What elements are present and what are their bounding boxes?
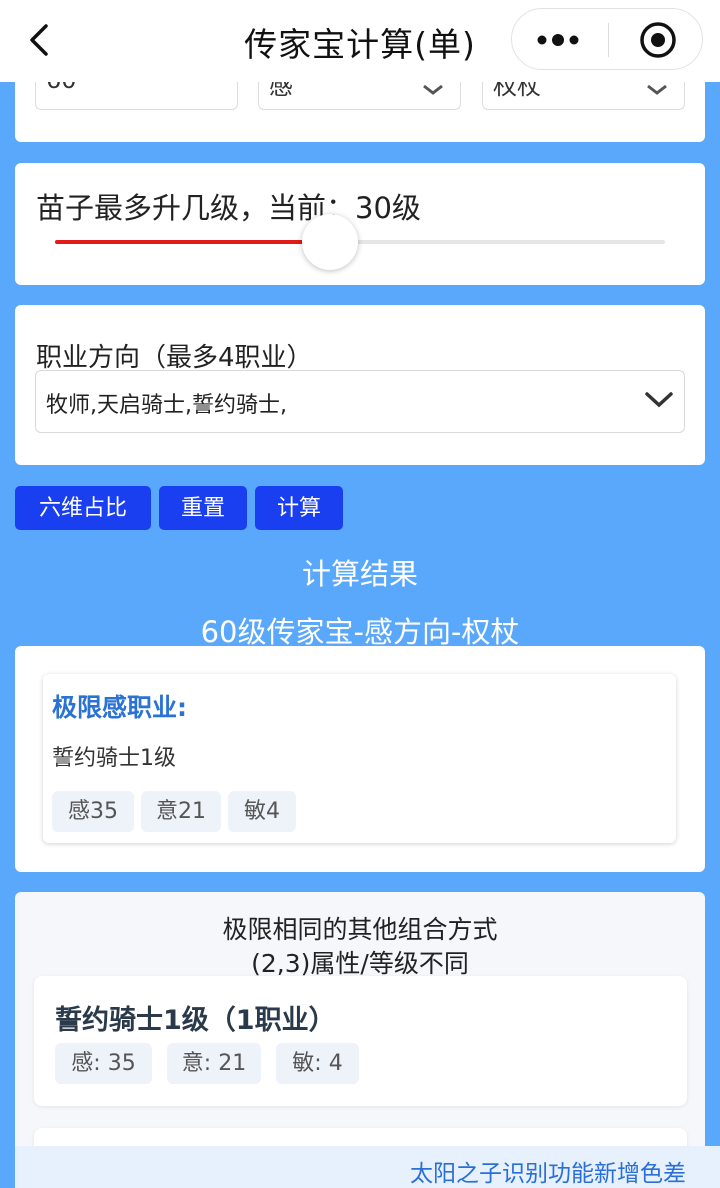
notice-text: 太阳之子识别功能新增色差 — [410, 1161, 686, 1187]
other-combinations-subheading: (2,3)属性/等级不同 — [251, 949, 469, 978]
mini-program-capsule — [511, 8, 703, 70]
limit-result-card: 极限感职业: 誓约骑士1级 感35 意21 敏4 — [15, 646, 705, 872]
notice-bar[interactable]: 太阳之子识别功能新增色差 — [15, 1146, 720, 1188]
level-select[interactable]: 60 — [35, 80, 238, 110]
slider-title: 苗子最多升几级，当前：30级 — [36, 191, 421, 225]
navigation-bar: 传家宝计算(单) — [0, 0, 720, 82]
stat-tag: 敏: 4 — [276, 1043, 359, 1084]
stat-tag: 感35 — [52, 791, 134, 832]
stat-tag: 敏4 — [228, 791, 296, 832]
combination-item: 誓约骑士1级（1职业） 感: 35 意: 21 敏: 4 — [34, 976, 687, 1106]
other-combinations-card: 极限相同的其他组合方式 (2,3)属性/等级不同 誓约骑士1级（1职业） 感: … — [15, 892, 705, 1188]
reset-button[interactable]: 重置 — [159, 486, 247, 530]
result-subtitle: 60级传家宝-感方向-权杖 — [200, 615, 520, 649]
ratio-button[interactable]: 六维占比 — [15, 486, 151, 530]
capsule-divider — [608, 23, 609, 57]
attribute-select[interactable]: 感 — [258, 80, 461, 110]
stat-tag: 感: 35 — [55, 1043, 152, 1084]
chevron-down-icon — [647, 84, 667, 95]
chevron-down-icon — [423, 84, 443, 95]
job-direction-select[interactable]: 牧师,天启骑士,誓约骑士, — [35, 370, 685, 433]
upgrade-slider-card: 苗子最多升几级，当前：30级 — [15, 163, 705, 285]
limit-heading: 极限感职业: — [52, 693, 187, 722]
chevron-down-icon — [645, 392, 673, 408]
target-circle-icon[interactable] — [638, 20, 678, 60]
job-direction-value: 牧师,天启骑士,誓约骑士, — [46, 393, 287, 418]
other-combinations-heading: 极限相同的其他组合方式 — [222, 915, 498, 944]
weapon-select-value: 权杖 — [493, 80, 541, 100]
slider-track[interactable] — [55, 240, 665, 244]
limit-inner-card: 极限感职业: 誓约骑士1级 感35 意21 敏4 — [43, 674, 676, 843]
slider-thumb[interactable] — [301, 214, 358, 270]
slider-fill — [55, 240, 330, 244]
job-direction-card: 职业方向（最多4职业） 牧师,天启骑士,誓约骑士, — [15, 305, 705, 465]
calculate-button[interactable]: 计算 — [255, 486, 343, 530]
job-direction-label: 职业方向（最多4职业） — [36, 343, 313, 373]
attribute-select-value: 感 — [269, 80, 293, 100]
more-dots-icon[interactable] — [536, 31, 584, 49]
weapon-select[interactable]: 权杖 — [482, 80, 685, 110]
stat-tag: 意: 21 — [167, 1043, 261, 1084]
stat-tag: 意21 — [141, 791, 221, 832]
limit-job: 誓约骑士1级 — [52, 746, 176, 771]
combination-title: 誓约骑士1级（1职业） — [55, 1005, 336, 1036]
result-title: 计算结果 — [301, 557, 418, 591]
level-select-value: 60 — [46, 80, 77, 94]
